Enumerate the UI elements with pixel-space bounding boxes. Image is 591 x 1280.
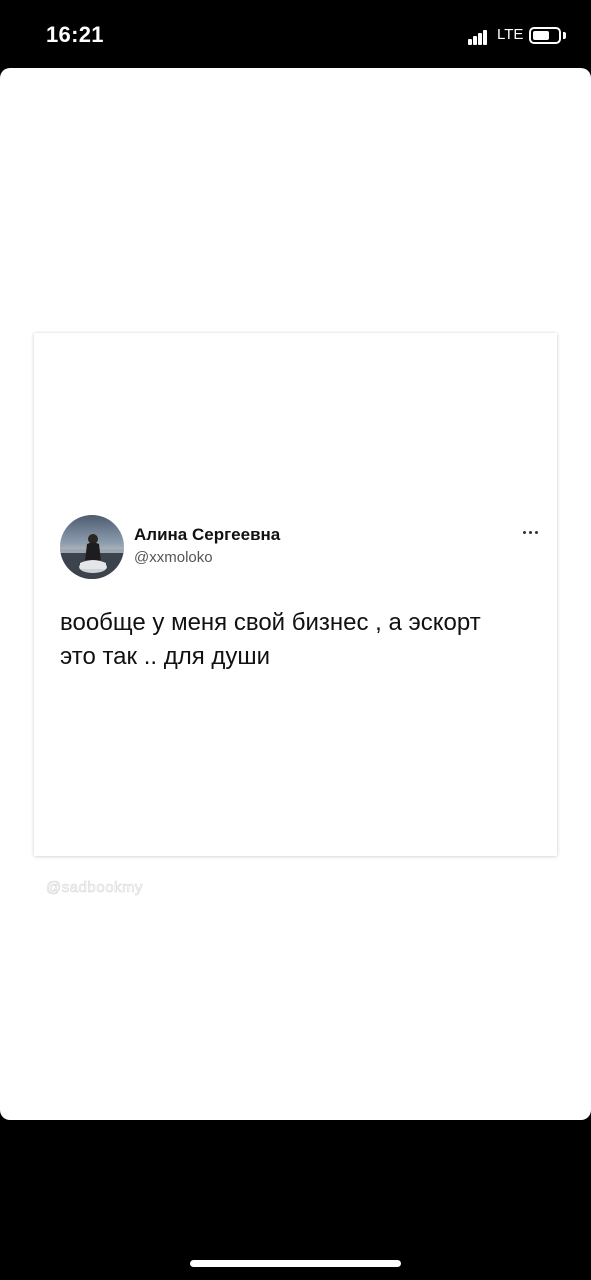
- signal-icon: [468, 27, 492, 45]
- home-indicator[interactable]: [190, 1260, 401, 1267]
- author-name[interactable]: Алина Сергеевна: [134, 525, 280, 545]
- battery-cap: [563, 32, 566, 39]
- status-time: 16:21: [46, 22, 104, 47]
- network-label: LTE: [497, 26, 524, 43]
- avatar[interactable]: [60, 515, 124, 579]
- battery-icon: [529, 27, 561, 44]
- post-card: [34, 333, 557, 856]
- avatar-image: [60, 515, 124, 579]
- post-text: вообще у меня свой бизнес , а эскорт это…: [60, 606, 540, 674]
- post-text-line: это так .. для души: [60, 643, 271, 670]
- author-handle[interactable]: @xxmoloko: [134, 549, 213, 566]
- watermark: @sadbookmy: [46, 879, 143, 897]
- status-bar: 16:21 LTE: [0, 0, 591, 68]
- post-text-line: вообще у меня свой бизнес , а эскорт: [60, 609, 481, 636]
- more-horizontal-icon[interactable]: [522, 530, 540, 536]
